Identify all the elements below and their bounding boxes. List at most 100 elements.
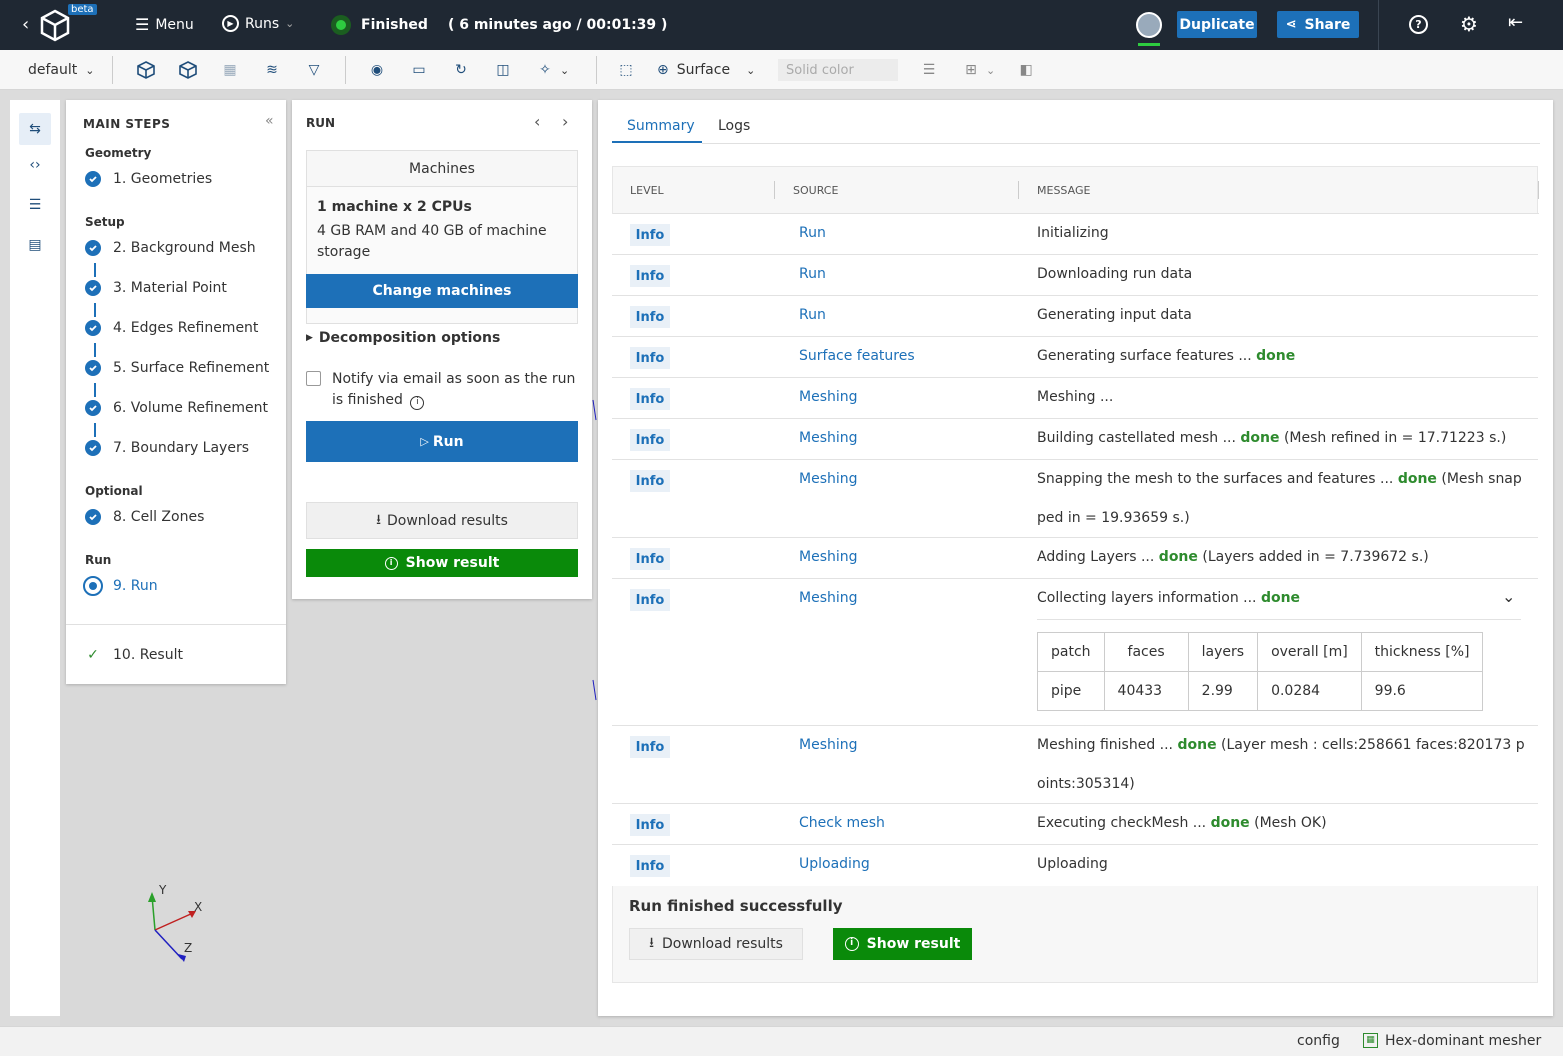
- source-link[interactable]: Run: [799, 225, 826, 241]
- chevron-down-icon[interactable]: ⌄: [986, 64, 995, 77]
- chevron-right-icon[interactable]: ›: [562, 112, 568, 131]
- message-text: Snapping the mesh to the surfaces and fe…: [1037, 471, 1522, 526]
- filter-icon[interactable]: ▽: [303, 59, 325, 81]
- tabs-underline: [702, 143, 1540, 144]
- step-geometries[interactable]: 1. Geometries: [85, 171, 212, 187]
- source-link[interactable]: Run: [799, 307, 826, 323]
- terminal-icon[interactable]: ▤: [24, 234, 46, 256]
- cube-solid-icon[interactable]: [135, 59, 157, 81]
- source-link[interactable]: Check mesh: [799, 815, 885, 831]
- table-row: Info Run Generating input data: [612, 296, 1538, 337]
- share-button[interactable]: ⋖ Share: [1277, 11, 1359, 38]
- source-link[interactable]: Meshing: [799, 471, 858, 487]
- mesher-label[interactable]: Hex-dominant mesher: [1385, 1033, 1541, 1049]
- info-circle-icon: i: [384, 556, 398, 570]
- check-icon: [85, 280, 101, 296]
- satellite-icon[interactable]: ✧: [534, 59, 556, 81]
- gear-icon[interactable]: ⚙: [1460, 12, 1478, 36]
- server-icon[interactable]: ☰: [24, 194, 46, 216]
- clip-icon[interactable]: ⊞: [960, 59, 982, 81]
- level-badge: Info: [630, 224, 670, 246]
- source-link[interactable]: Meshing: [799, 590, 858, 606]
- app-logo[interactable]: [38, 8, 72, 42]
- top-bar: ‹ beta ☰ Menu ▶ Runs ⌄ Finished ( 6 minu…: [0, 0, 1563, 50]
- download-results-button[interactable]: ⭳ Download results: [629, 928, 803, 960]
- step-boundary-layers[interactable]: 7. Boundary Layers: [85, 440, 249, 456]
- message-text: Uploading: [1037, 856, 1108, 872]
- config-label[interactable]: config: [1297, 1033, 1340, 1049]
- camera-icon[interactable]: ▭: [408, 59, 430, 81]
- step-material-point[interactable]: 3. Material Point: [85, 280, 227, 296]
- back-chevron-icon[interactable]: ‹: [22, 14, 29, 35]
- step-background-mesh[interactable]: 2. Background Mesh: [85, 240, 256, 256]
- beta-badge: beta: [68, 4, 97, 15]
- source-link[interactable]: Meshing: [799, 737, 858, 753]
- download-results-button[interactable]: ⭳ Download results: [306, 502, 578, 539]
- source-link[interactable]: Surface features: [799, 348, 915, 364]
- notify-checkbox[interactable]: [306, 371, 321, 386]
- surface-dropdown[interactable]: ⊕ Surface ⌄: [657, 62, 755, 78]
- runs-dropdown[interactable]: ▶ Runs ⌄: [222, 15, 294, 32]
- axis-x-label: X: [194, 900, 202, 914]
- table-row: Info Meshing Adding Layers ... done (Layer…: [612, 538, 1538, 579]
- decomposition-toggle[interactable]: ▶ Decomposition options: [306, 330, 500, 346]
- box-icon[interactable]: ◫: [492, 59, 514, 81]
- show-result-button[interactable]: i Show result: [306, 549, 578, 577]
- source-link[interactable]: Run: [799, 266, 826, 282]
- slice-icon[interactable]: ☰: [918, 59, 940, 81]
- level-badge: Info: [630, 855, 670, 877]
- table-row: Info Run Downloading run data: [612, 255, 1538, 296]
- eye-icon[interactable]: ◉: [366, 59, 388, 81]
- collapse-icon[interactable]: «: [265, 113, 274, 129]
- help-icon[interactable]: ?: [1409, 15, 1428, 34]
- info-circle-icon: i: [844, 937, 859, 951]
- chevron-up-icon[interactable]: ⌄: [1502, 587, 1515, 606]
- rotate-icon[interactable]: ↻: [450, 59, 472, 81]
- user-avatar[interactable]: [1136, 12, 1162, 38]
- steps-icon[interactable]: ⇆: [19, 113, 51, 145]
- check-icon: [85, 171, 101, 187]
- menu-button[interactable]: ☰ Menu: [135, 15, 194, 34]
- step-cell-zones[interactable]: 8. Cell Zones: [85, 509, 204, 525]
- chevron-left-icon[interactable]: ‹: [534, 112, 540, 131]
- tab-summary[interactable]: Summary: [627, 118, 695, 134]
- run-button[interactable]: ▷ Run: [306, 421, 578, 462]
- exit-icon[interactable]: ⇤: [1508, 12, 1523, 33]
- code-icon[interactable]: ‹›: [24, 154, 46, 176]
- preset-dropdown[interactable]: default ⌄: [28, 50, 94, 90]
- change-machines-button[interactable]: Change machines: [306, 274, 578, 308]
- globe-icon: ⊕: [657, 62, 669, 78]
- duplicate-button[interactable]: Duplicate: [1177, 11, 1257, 38]
- source-link[interactable]: Meshing: [799, 389, 858, 405]
- grid-icon[interactable]: ▦: [219, 59, 241, 81]
- chevron-down-icon[interactable]: ⌄: [560, 64, 569, 77]
- chevron-down-icon: ⌄: [746, 63, 756, 77]
- download-icon: ⭳: [376, 511, 381, 528]
- tab-logs[interactable]: Logs: [718, 118, 750, 134]
- info-icon[interactable]: i: [410, 396, 425, 410]
- toolbar-separator: [112, 56, 113, 84]
- chevron-down-icon: ⌄: [285, 17, 295, 30]
- step-result[interactable]: ✓ 10. Result: [85, 647, 183, 663]
- hamburger-icon: ☰: [135, 15, 150, 34]
- divider: [66, 624, 286, 625]
- level-badge: Info: [630, 265, 670, 287]
- table-row: Info Surface features Generating surface f…: [612, 337, 1538, 378]
- color-input[interactable]: Solid color: [778, 59, 898, 81]
- notify-label: Notify via email as soon as the run is f…: [332, 371, 576, 410]
- step-volume-refinement[interactable]: 6. Volume Refinement: [85, 400, 268, 416]
- source-link[interactable]: Meshing: [799, 549, 858, 565]
- run-panel: RUN ‹ › Machines 1 machine x 2 CPUs 4 GB…: [292, 100, 592, 599]
- step-surface-refinement[interactable]: 5. Surface Refinement: [85, 360, 269, 376]
- show-result-button[interactable]: i Show result: [833, 928, 972, 960]
- cube-wire-icon[interactable]: [177, 59, 199, 81]
- split-view-icon[interactable]: ◧: [1015, 59, 1037, 81]
- source-link[interactable]: Uploading: [799, 856, 870, 872]
- step-edges-refinement[interactable]: 4. Edges Refinement: [85, 320, 258, 336]
- layers-icon[interactable]: ≋: [261, 59, 283, 81]
- source-link[interactable]: Meshing: [799, 430, 858, 446]
- play-icon: ▷: [420, 435, 429, 448]
- step-run[interactable]: 9. Run: [83, 576, 158, 596]
- message-text: Generating surface features ... done: [1037, 348, 1296, 364]
- fit-view-icon[interactable]: ⬚: [615, 59, 637, 81]
